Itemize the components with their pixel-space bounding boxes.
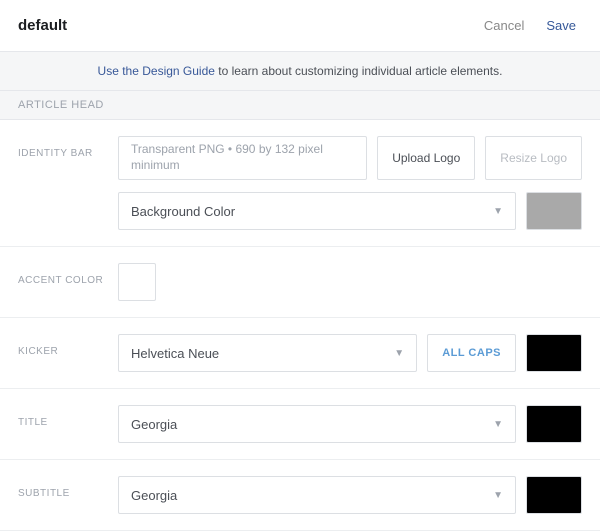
label-identity-bar: IDENTITY BAR [18, 136, 118, 159]
row-accent-color: ACCENT COLOR [0, 247, 600, 318]
top-bar: default Cancel Save [0, 0, 600, 52]
subtitle-color-swatch[interactable] [526, 476, 582, 514]
resize-logo-button: Resize Logo [485, 136, 582, 180]
chevron-down-icon: ▼ [493, 490, 503, 501]
background-color-select[interactable]: Background Color ▼ [118, 192, 516, 230]
background-color-select-label: Background Color [131, 204, 235, 219]
chevron-down-icon: ▼ [493, 206, 503, 217]
chevron-down-icon: ▼ [394, 348, 404, 359]
banner-text: to learn about customizing individual ar… [215, 64, 502, 78]
kicker-font-value: Helvetica Neue [131, 346, 219, 361]
row-identity-bar: IDENTITY BAR Transparent PNG • 690 by 13… [0, 120, 600, 247]
subtitle-font-value: Georgia [131, 488, 177, 503]
label-title: TITLE [18, 405, 118, 428]
upload-logo-button[interactable]: Upload Logo [377, 136, 475, 180]
page-title: default [18, 17, 67, 34]
label-accent-color: ACCENT COLOR [18, 263, 118, 286]
accent-color-swatch[interactable] [118, 263, 156, 301]
chevron-down-icon: ▼ [493, 419, 503, 430]
design-guide-link[interactable]: Use the Design Guide [98, 64, 215, 78]
info-banner: Use the Design Guide to learn about cust… [0, 52, 600, 91]
cancel-button[interactable]: Cancel [478, 14, 530, 37]
label-subtitle: SUBTITLE [18, 476, 118, 499]
subtitle-font-select[interactable]: Georgia ▼ [118, 476, 516, 514]
section-header-article-head: ARTICLE HEAD [0, 91, 600, 120]
logo-requirements-box: Transparent PNG • 690 by 132 pixel minim… [118, 136, 367, 180]
row-subtitle: SUBTITLE Georgia ▼ [0, 460, 600, 531]
row-title: TITLE Georgia ▼ [0, 389, 600, 460]
label-kicker: KICKER [18, 334, 118, 357]
background-color-swatch[interactable] [526, 192, 582, 230]
title-font-value: Georgia [131, 417, 177, 432]
kicker-font-select[interactable]: Helvetica Neue ▼ [118, 334, 417, 372]
title-color-swatch[interactable] [526, 405, 582, 443]
row-kicker: KICKER Helvetica Neue ▼ ALL CAPS [0, 318, 600, 389]
save-button[interactable]: Save [540, 14, 582, 37]
kicker-allcaps-button[interactable]: ALL CAPS [427, 334, 516, 372]
title-font-select[interactable]: Georgia ▼ [118, 405, 516, 443]
kicker-color-swatch[interactable] [526, 334, 582, 372]
